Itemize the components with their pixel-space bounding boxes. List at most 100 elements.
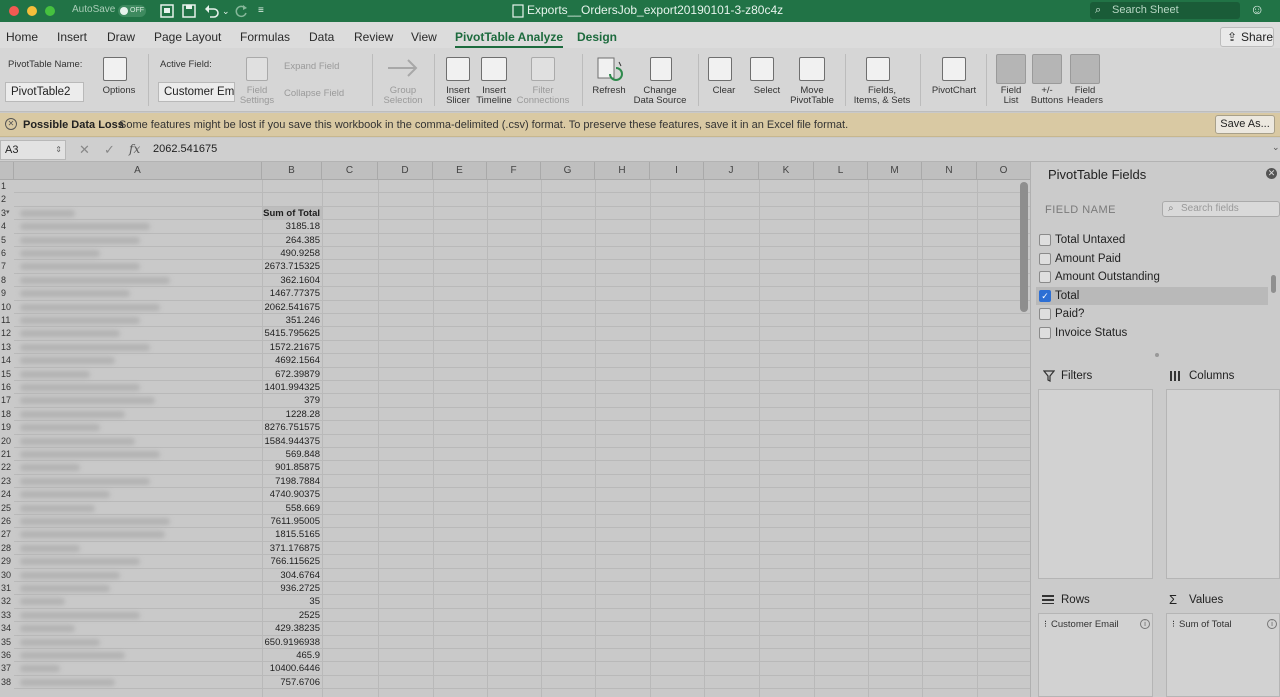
name-box-stepper-icon[interactable]: ⇕	[55, 141, 62, 159]
clear-button[interactable]: Clear	[706, 86, 742, 96]
table-row[interactable]: 465.9	[14, 649, 1030, 663]
column-header-e[interactable]: E	[433, 162, 487, 180]
row-header[interactable]: 25	[0, 502, 14, 515]
cell-value[interactable]: 2062.541675	[262, 301, 322, 314]
table-row[interactable]: 8276.751575	[14, 421, 1030, 435]
table-row[interactable]	[14, 193, 1030, 207]
column-header-n[interactable]: N	[922, 162, 977, 180]
row-header[interactable]: 12	[0, 327, 14, 340]
undo-dropdown-icon[interactable]: ⌄	[222, 3, 230, 19]
table-row[interactable]: 4740.90375	[14, 488, 1030, 502]
row-header[interactable]: 9	[0, 287, 14, 300]
row-header[interactable]: 23	[0, 475, 14, 488]
drag-handle-icon[interactable]: ⁝	[1172, 619, 1175, 630]
tab-data[interactable]: Data	[309, 30, 334, 44]
tab-design[interactable]: Design	[577, 30, 617, 44]
cell-value[interactable]: 558.669	[262, 502, 322, 515]
cell-value[interactable]: 2525	[262, 609, 322, 622]
cell-value[interactable]: 936.2725	[262, 582, 322, 595]
zoom-window-button[interactable]	[45, 6, 55, 16]
cell-value[interactable]: 7611.95005	[262, 515, 322, 528]
change-data-source-icon[interactable]	[650, 57, 672, 81]
field-list-scrollbar[interactable]	[1271, 275, 1276, 293]
cell-value[interactable]: 901.85875	[262, 461, 322, 474]
smiley-feedback-icon[interactable]: ☺	[1250, 1, 1264, 17]
insert-slicer-icon[interactable]	[446, 57, 470, 81]
row-header[interactable]: 13	[0, 341, 14, 354]
column-header-d[interactable]: D	[378, 162, 433, 180]
pivot-header-sum-of-total[interactable]: Sum of Total	[262, 206, 322, 221]
tab-home[interactable]: Home	[6, 30, 38, 44]
filter-dropdown-icon[interactable]: ▾	[6, 208, 10, 216]
table-row[interactable]: 10400.6446	[14, 662, 1030, 676]
row-header[interactable]: 14	[0, 354, 14, 367]
table-row[interactable]: 7198.7884	[14, 475, 1030, 489]
pivot-name-input[interactable]: PivotTable2	[5, 82, 84, 102]
refresh-icon[interactable]	[596, 56, 624, 82]
column-header-g[interactable]: G	[541, 162, 595, 180]
cell-value[interactable]: 1228.28	[262, 408, 322, 421]
row-header[interactable]: 38	[0, 676, 14, 689]
select-button[interactable]: Select	[748, 86, 786, 96]
options-button[interactable]: Options	[97, 86, 141, 96]
table-row[interactable]: 490.9258	[14, 247, 1030, 261]
autosave-toggle[interactable]: OFF	[118, 5, 146, 17]
values-field-sum-of-total[interactable]: Sum of Total	[1179, 619, 1232, 630]
pivotchart-icon[interactable]	[942, 57, 966, 81]
table-row[interactable]: 5415.795625	[14, 327, 1030, 341]
field-checkbox[interactable]: ✓	[1039, 289, 1051, 302]
row-header[interactable]: 1	[0, 180, 14, 193]
plus-minus-buttons-icon[interactable]	[1032, 54, 1062, 84]
fields-items-sets-icon[interactable]	[866, 57, 890, 81]
cell-value[interactable]: 490.9258	[262, 247, 322, 260]
table-row[interactable]: 2525	[14, 609, 1030, 623]
row-header[interactable]: 7	[0, 260, 14, 273]
row-header[interactable]: 16	[0, 381, 14, 394]
info-icon[interactable]: i	[1267, 619, 1277, 629]
field-checkbox[interactable]	[1039, 234, 1051, 246]
cell-value[interactable]: 1467.77375	[262, 287, 322, 300]
clear-icon[interactable]	[708, 57, 732, 81]
row-header[interactable]: 11	[0, 314, 14, 327]
cell-value[interactable]: 8276.751575	[262, 421, 322, 434]
save-icon[interactable]	[182, 4, 196, 18]
table-row[interactable]: 379	[14, 394, 1030, 408]
options-icon[interactable]	[103, 57, 127, 81]
cell-value[interactable]: 1584.944375	[262, 435, 322, 448]
table-row[interactable]: 1401.994325	[14, 381, 1030, 395]
cell-value[interactable]: 465.9	[262, 649, 322, 662]
filters-drop-zone[interactable]	[1038, 389, 1153, 579]
table-row[interactable]: 1572.21675	[14, 341, 1030, 355]
row-header[interactable]: 8	[0, 274, 14, 287]
table-row[interactable]: 7611.95005	[14, 515, 1030, 529]
cell-value[interactable]: 3185.18	[262, 220, 322, 233]
table-row[interactable]: 766.115625	[14, 555, 1030, 569]
column-header-i[interactable]: I	[650, 162, 704, 180]
active-field-input[interactable]: Customer Ema	[158, 82, 235, 102]
cell-value[interactable]: 672.39879	[262, 368, 322, 381]
cell-value[interactable]: 304.6764	[262, 569, 322, 582]
redo-icon[interactable]	[234, 4, 248, 18]
row-header[interactable]: 26	[0, 515, 14, 528]
row-header[interactable]: 10	[0, 301, 14, 314]
empty-cell[interactable]	[262, 180, 322, 193]
cell-value[interactable]: 766.115625	[262, 555, 322, 568]
table-row[interactable]: 2673.715325	[14, 260, 1030, 274]
customize-toolbar-icon[interactable]: ≡	[258, 3, 264, 19]
row-header[interactable]: 15	[0, 368, 14, 381]
refresh-button[interactable]: Refresh	[590, 86, 628, 96]
column-header-o[interactable]: O	[977, 162, 1030, 180]
tab-insert[interactable]: Insert	[57, 30, 87, 44]
select-all-corner[interactable]	[0, 162, 14, 180]
cell-value[interactable]: 4692.1564	[262, 354, 322, 367]
save-as-button[interactable]: Save As...	[1215, 115, 1275, 134]
table-row[interactable]: 936.2725	[14, 582, 1030, 596]
table-row[interactable]: 1584.944375	[14, 435, 1030, 448]
table-row[interactable]: 558.669	[14, 502, 1030, 515]
row-header[interactable]: 30	[0, 569, 14, 582]
row-header[interactable]: 32	[0, 595, 14, 608]
field-checkbox[interactable]	[1039, 252, 1051, 265]
field-list-icon[interactable]	[996, 54, 1026, 84]
tab-view[interactable]: View	[411, 30, 437, 44]
column-header-c[interactable]: C	[322, 162, 378, 180]
